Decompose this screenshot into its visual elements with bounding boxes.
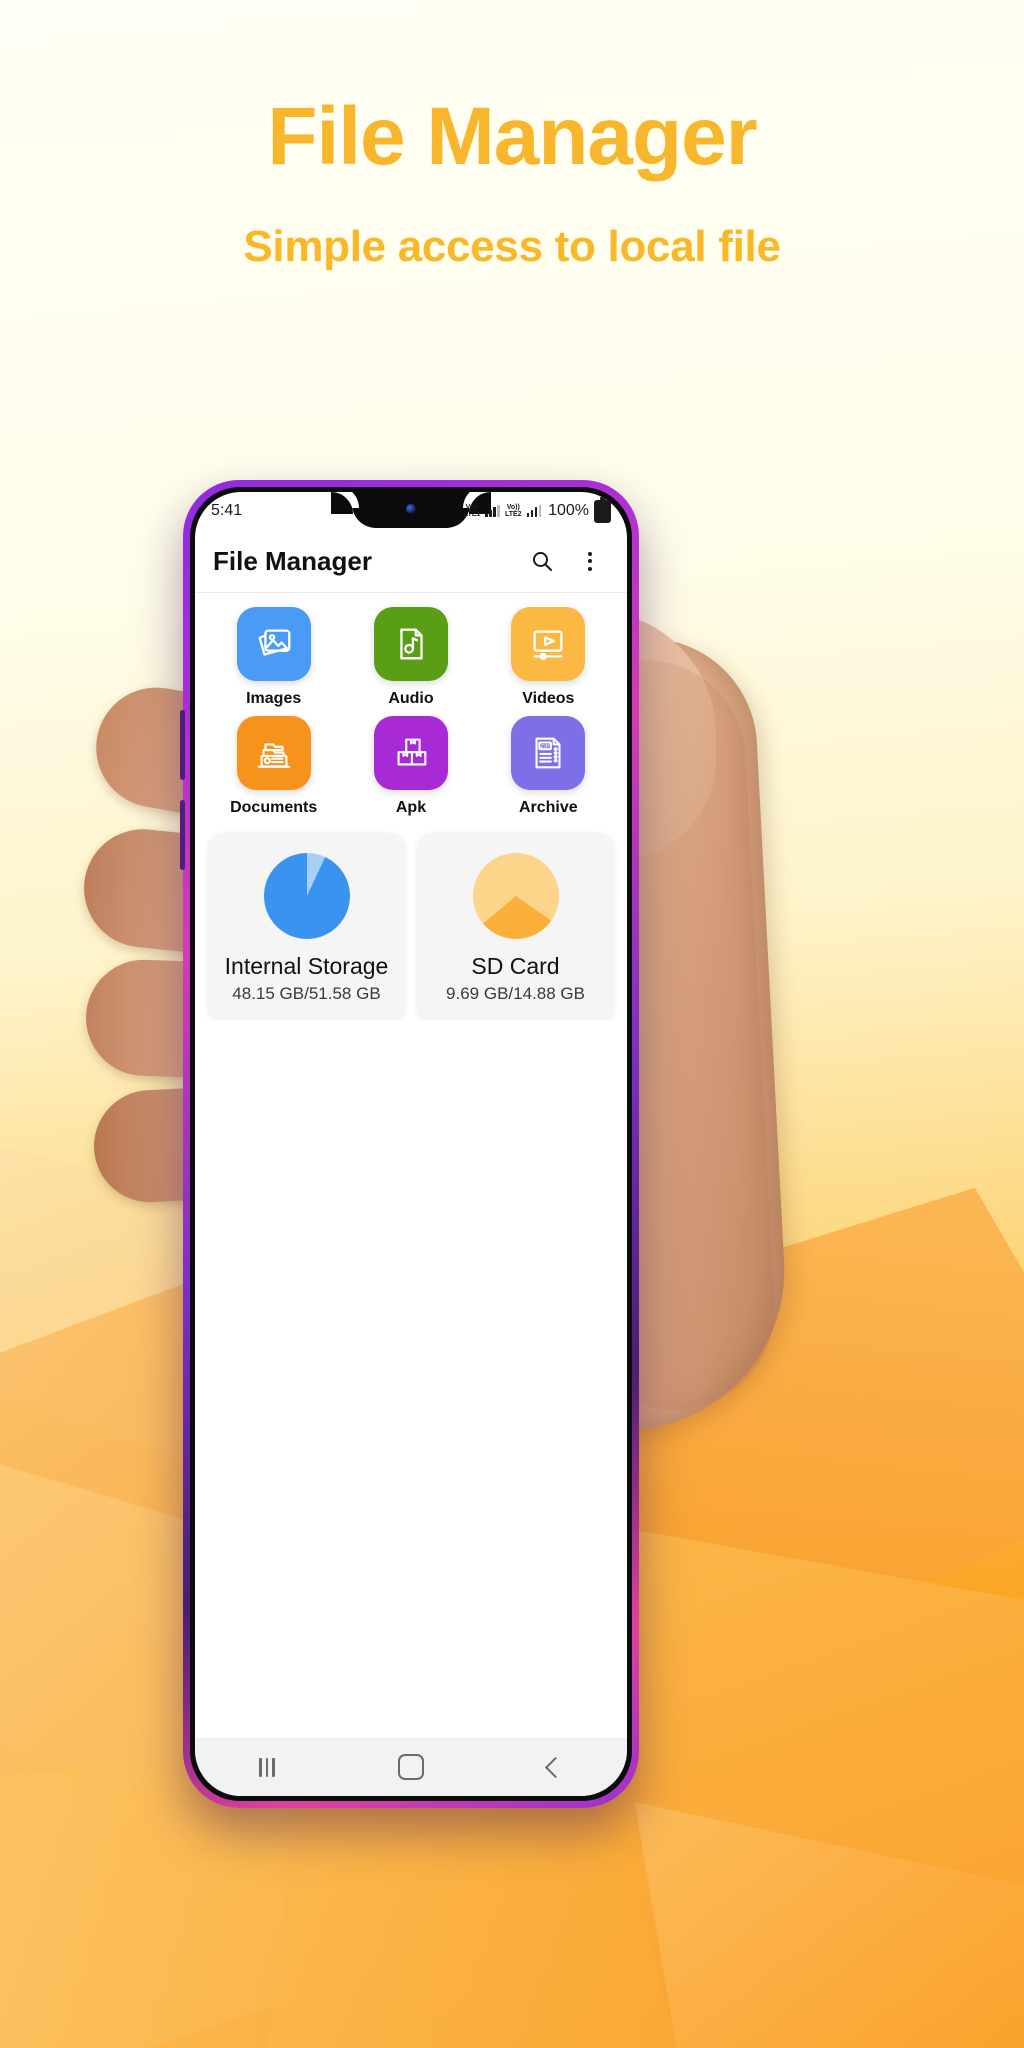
package-icon bbox=[373, 716, 448, 790]
category-label: Documents bbox=[230, 799, 318, 816]
search-icon[interactable] bbox=[523, 542, 561, 580]
app-title: File Manager bbox=[213, 545, 372, 576]
recents-icon[interactable] bbox=[248, 1748, 286, 1786]
phone-bezel: 5:41 Vo)) LTE1 Vo)) LTE2 100% File Manag… bbox=[190, 487, 632, 1801]
phone-device: 5:41 Vo)) LTE1 Vo)) LTE2 100% File Manag… bbox=[180, 480, 639, 1808]
signal-bars-icon bbox=[526, 505, 542, 517]
status-icons: Vo)) LTE1 Vo)) LTE2 100% bbox=[463, 499, 611, 523]
promo-subtitle: Simple access to local file bbox=[243, 222, 781, 271]
storage-card-internal[interactable]: Internal Storage 48.15 GB/51.58 GB bbox=[209, 833, 404, 1020]
category-grid: Images Audio Videos Documents Apk ZIP Ar… bbox=[195, 593, 627, 823]
promo-title: File Manager bbox=[267, 91, 757, 182]
back-icon[interactable] bbox=[536, 1748, 574, 1786]
battery-percent: 100% bbox=[548, 502, 589, 519]
storage-usage: 48.15 GB/51.58 GB bbox=[232, 984, 381, 1003]
category-documents[interactable]: Documents bbox=[205, 716, 342, 817]
category-label: Apk bbox=[395, 799, 427, 816]
svg-text:ZIP: ZIP bbox=[541, 744, 550, 750]
promo-headings: File Manager Simple access to local file bbox=[0, 96, 1024, 272]
storage-name: SD Card bbox=[471, 953, 560, 979]
status-time: 5:41 bbox=[211, 502, 243, 519]
category-videos[interactable]: Videos bbox=[480, 607, 617, 708]
phone-screen: 5:41 Vo)) LTE1 Vo)) LTE2 100% File Manag… bbox=[195, 492, 627, 1796]
internal-storage-pie-chart bbox=[263, 853, 350, 939]
storage-name: Internal Storage bbox=[224, 953, 389, 979]
status-bar: 5:41 Vo)) LTE1 Vo)) LTE2 100% bbox=[195, 492, 627, 530]
storage-usage: 9.69 GB/14.88 GB bbox=[446, 984, 585, 1003]
image-icon bbox=[236, 607, 311, 681]
audio-file-icon bbox=[373, 607, 448, 681]
category-label: Archive bbox=[518, 799, 578, 816]
category-audio[interactable]: Audio bbox=[342, 607, 479, 708]
category-apk[interactable]: Apk bbox=[342, 716, 479, 817]
system-nav-bar bbox=[195, 1738, 627, 1796]
signal-bars-icon bbox=[485, 505, 500, 517]
category-archive[interactable]: ZIP Archive bbox=[480, 716, 617, 817]
documents-icon bbox=[236, 716, 311, 790]
category-label: Videos bbox=[522, 690, 575, 707]
more-vertical-icon[interactable] bbox=[571, 542, 609, 580]
volte1-indicator: Vo)) LTE1 bbox=[463, 504, 481, 518]
app-bar: File Manager bbox=[195, 530, 627, 592]
power-button[interactable] bbox=[180, 800, 185, 870]
zip-file-icon: ZIP bbox=[511, 716, 586, 790]
volume-button[interactable] bbox=[180, 710, 185, 780]
category-label: Images bbox=[246, 690, 302, 707]
category-images[interactable]: Images bbox=[205, 607, 342, 708]
content-empty-area bbox=[195, 1020, 627, 1738]
storage-cards: Internal Storage 48.15 GB/51.58 GB SD Ca… bbox=[195, 823, 627, 1020]
sd-card-pie-chart bbox=[472, 853, 559, 939]
promo-graphic: File Manager Simple access to local file… bbox=[0, 0, 1024, 2048]
battery-full-icon bbox=[594, 499, 611, 523]
storage-card-sd[interactable]: SD Card 9.69 GB/14.88 GB bbox=[418, 833, 613, 1020]
volte2-indicator: Vo)) LTE2 bbox=[504, 504, 522, 518]
category-label: Audio bbox=[388, 690, 434, 707]
home-icon[interactable] bbox=[392, 1748, 430, 1786]
video-icon bbox=[511, 607, 586, 681]
